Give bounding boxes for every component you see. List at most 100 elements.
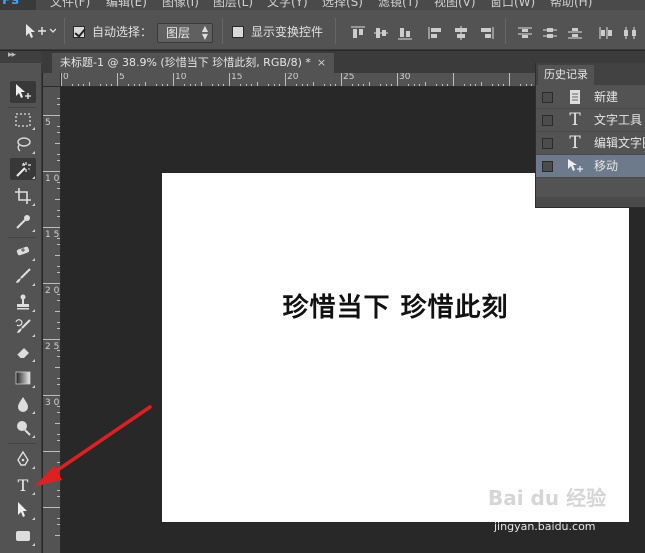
ruler-label: 15 [231, 73, 243, 82]
menu-type[interactable]: 文字(Y) [267, 0, 308, 9]
tool-preset-picker[interactable] [22, 22, 57, 40]
vertical-ruler[interactable]: 5 1 0 1 5 2 0 2 5 3 0 [43, 87, 61, 553]
ruler-label: 1 0 [45, 174, 60, 184]
distribute-vcenter-icon[interactable] [542, 26, 558, 40]
history-panel-tab[interactable]: 历史记录 [538, 65, 594, 85]
history-item[interactable]: T 编辑文字图层 [536, 132, 645, 155]
auto-select-dropdown[interactable]: 图层 ▲ ▼ [157, 23, 213, 43]
ruler-origin[interactable] [43, 73, 61, 87]
history-item[interactable]: 新建 [536, 86, 645, 109]
align-bottom-icon[interactable] [397, 26, 413, 40]
options-separator [505, 18, 506, 44]
history-source-box[interactable] [542, 92, 553, 103]
menu-help[interactable]: 帮助(H) [550, 0, 592, 9]
tool-shape[interactable] [10, 525, 36, 547]
ruler-label: 2 5 [45, 342, 60, 352]
history-panel-footer [536, 197, 645, 207]
auto-select-checkbox[interactable] [73, 26, 85, 38]
show-transform-checkbox[interactable] [232, 26, 244, 38]
menu-edit[interactable]: 编辑(E) [106, 0, 147, 9]
options-bar: 自动选择： 图层 ▲ ▼ 显示变换控件 [0, 10, 645, 50]
tool-healing-brush[interactable] [10, 240, 36, 262]
crop-icon [15, 188, 31, 204]
history-brush-icon [15, 319, 31, 333]
align-right-icon[interactable] [478, 26, 494, 40]
tool-blur[interactable] [10, 393, 36, 415]
blur-drop-icon [18, 397, 28, 412]
auto-select-label: 自动选择： [92, 25, 153, 39]
menu-layer[interactable]: 图层(L) [213, 0, 253, 9]
close-icon[interactable]: × [317, 56, 326, 69]
ruler-label: 30 [399, 73, 411, 82]
tools-panel-grip[interactable]: ▸▸ [0, 50, 42, 63]
tool-type[interactable]: T [10, 474, 36, 496]
tool-path-selection[interactable] [10, 499, 36, 521]
tool-marquee[interactable] [10, 109, 36, 131]
canvas-text-layer[interactable]: 珍惜当下 珍惜此刻 [162, 291, 629, 325]
ruler-label: 5 [119, 73, 125, 82]
history-source-box[interactable] [542, 138, 553, 149]
align-top-icon[interactable] [350, 26, 366, 40]
tool-eyedropper[interactable] [10, 211, 36, 233]
history-item-label: 新建 [594, 90, 619, 104]
ruler-label: 3 0 [45, 398, 60, 408]
menu-select[interactable]: 选择(S) [322, 0, 363, 9]
auto-select-value: 图层 [166, 26, 191, 40]
align-vcenter-icon[interactable] [373, 26, 389, 40]
document-tab-title: 未标题-1 @ 38.9% (珍惜当下 珍惜此刻, RGB/8) * [60, 56, 311, 69]
tool-lasso[interactable] [10, 133, 36, 155]
document-tab[interactable]: 未标题-1 @ 38.9% (珍惜当下 珍惜此刻, RGB/8) * × [52, 53, 335, 73]
tool-crop[interactable] [10, 185, 36, 207]
gradient-icon [15, 371, 31, 385]
ruler-label: 0 [63, 73, 69, 82]
options-separator [64, 18, 65, 44]
distribute-bottom-icon[interactable] [567, 26, 583, 40]
tool-history-brush[interactable] [10, 316, 36, 338]
align-hcenter-icon[interactable] [453, 26, 469, 40]
type-icon: T [569, 110, 581, 130]
history-item[interactable]: T 文字工具 [536, 109, 645, 132]
tool-pen[interactable] [10, 448, 36, 470]
distribute-top-icon[interactable] [517, 26, 533, 40]
tool-eraser[interactable] [10, 341, 36, 363]
menu-file[interactable]: 文件(F) [50, 0, 90, 9]
tool-gradient[interactable] [10, 367, 36, 389]
menu-window[interactable]: 窗口(W) [490, 0, 535, 9]
document-canvas[interactable]: 珍惜当下 珍惜此刻 [162, 173, 629, 522]
options-separator [335, 18, 336, 44]
brush-icon [16, 268, 31, 283]
history-item-label: 移动 [594, 159, 619, 173]
tool-magic-wand[interactable] [10, 158, 36, 180]
menu-view[interactable]: 视图(V) [434, 0, 476, 9]
collapse-arrows-icon: ▸▸ [8, 50, 16, 60]
tool-brush[interactable] [10, 265, 36, 287]
history-source-box[interactable] [542, 115, 553, 126]
tools-panel: ▸▸ T [0, 50, 42, 553]
history-item-selected[interactable]: 移动 [536, 155, 645, 178]
tool-clone-stamp[interactable] [10, 291, 36, 313]
align-left-icon[interactable] [428, 26, 444, 40]
svg-text:T: T [18, 476, 29, 494]
menu-image[interactable]: 图像(I) [162, 0, 199, 9]
lasso-icon [17, 137, 31, 152]
eraser-icon [16, 348, 29, 359]
menu-filter[interactable]: 滤镜(T) [378, 0, 419, 9]
watermark-url: jingyan.baidu.com [494, 520, 596, 533]
healing-brush-icon [16, 246, 30, 256]
clone-stamp-icon [17, 294, 29, 310]
watermark-brand: Bai du 经验 [488, 486, 607, 510]
history-panel: 历史记录 新建 T 文字工具 T 编辑文字图层 移动 [535, 63, 645, 208]
history-source-box[interactable] [542, 161, 553, 172]
document-icon [566, 88, 584, 106]
ruler-label: 20 [287, 73, 299, 82]
ruler-label: 25 [343, 73, 355, 82]
tool-dodge[interactable] [10, 417, 36, 439]
distribute-hcenter-icon[interactable] [622, 26, 638, 40]
baidu-watermark: Bai du 经验 jingyan.baidu.com [470, 478, 640, 538]
distribute-left-icon[interactable] [598, 26, 614, 40]
pen-icon [17, 450, 29, 466]
move-icon [566, 157, 584, 175]
move-icon [16, 84, 31, 99]
tool-move[interactable] [10, 81, 36, 103]
dropdown-arrows-icon: ▲ ▼ [201, 24, 208, 41]
